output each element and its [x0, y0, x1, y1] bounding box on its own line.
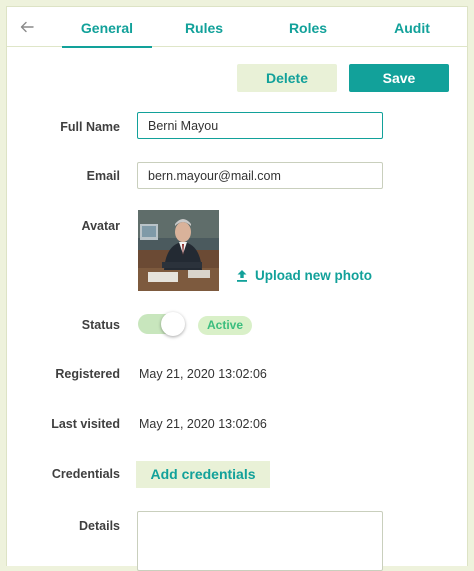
- back-arrow-icon[interactable]: [17, 17, 37, 37]
- toggle-knob: [161, 312, 185, 336]
- details-textarea[interactable]: [137, 511, 383, 571]
- email-input[interactable]: [137, 162, 383, 189]
- credentials-label: Credentials: [51, 467, 120, 481]
- upload-icon: [236, 268, 250, 288]
- tab-general[interactable]: General: [62, 7, 152, 48]
- full-name-input[interactable]: [137, 112, 383, 139]
- full-name-label: Full Name: [60, 120, 120, 134]
- save-button[interactable]: Save: [349, 64, 449, 92]
- avatar-label: Avatar: [81, 219, 120, 233]
- last-visited-label: Last visited: [51, 417, 120, 431]
- tab-roles[interactable]: Roles: [273, 7, 343, 47]
- status-toggle[interactable]: [138, 312, 185, 336]
- user-edit-panel: General Rules Roles Audit Delete Save Fu…: [6, 6, 468, 571]
- registered-label: Registered: [55, 367, 120, 381]
- details-label: Details: [79, 519, 120, 533]
- registered-value: May 21, 2020 13:02:06: [139, 367, 267, 381]
- status-badge: Active: [198, 316, 253, 335]
- add-credentials-button[interactable]: Add credentials: [136, 461, 270, 488]
- delete-button[interactable]: Delete: [237, 64, 337, 92]
- status-label: Status: [81, 318, 120, 332]
- upload-photo-button[interactable]: Upload new photo: [236, 266, 372, 286]
- avatar-image: [138, 210, 219, 291]
- tab-rules[interactable]: Rules: [169, 7, 239, 47]
- tab-bar: General Rules Roles Audit: [7, 7, 467, 48]
- email-label: Email: [86, 169, 120, 183]
- last-visited-value: May 21, 2020 13:02:06: [139, 417, 267, 431]
- tab-audit[interactable]: Audit: [377, 7, 447, 47]
- upload-photo-label: Upload new photo: [255, 268, 372, 283]
